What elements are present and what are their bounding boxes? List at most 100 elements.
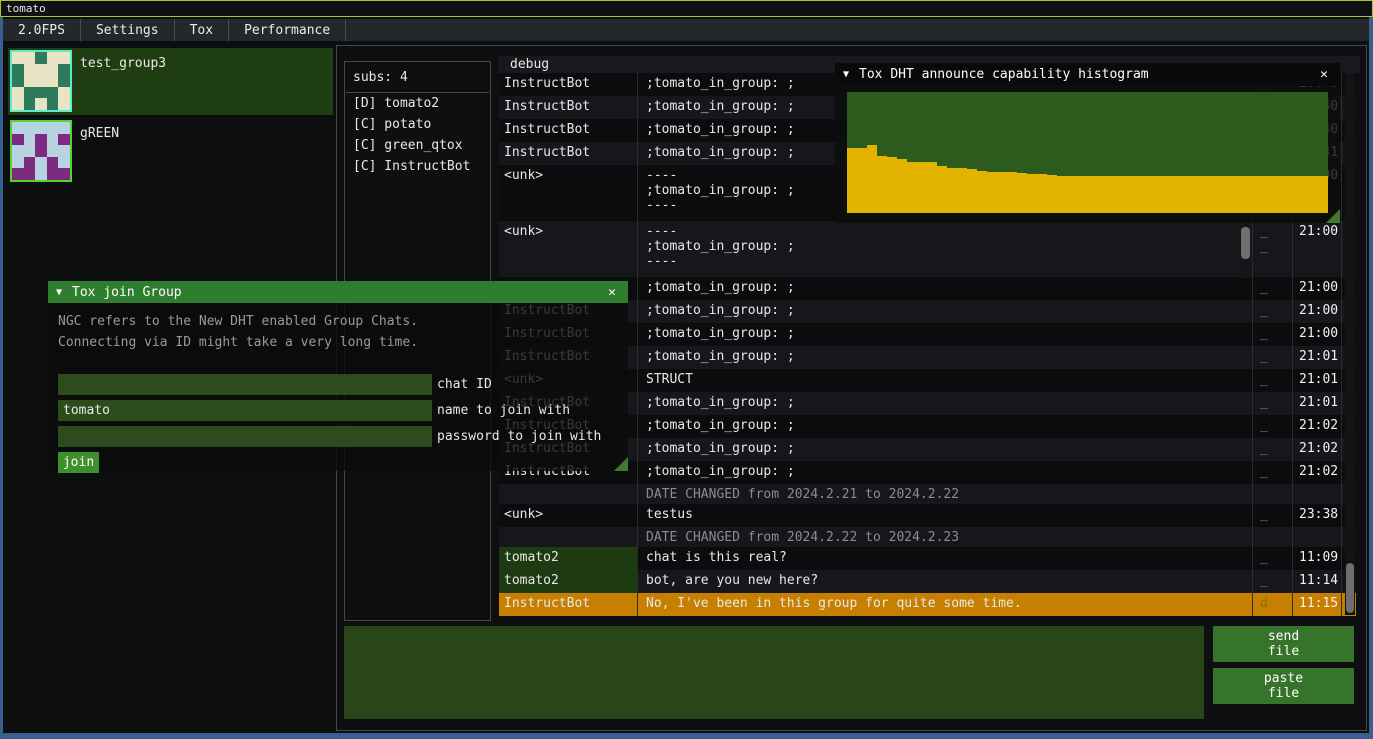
histogram-bar xyxy=(947,168,957,213)
window-title: tomato xyxy=(6,2,46,15)
avatar-pixel xyxy=(58,145,70,157)
join-button[interactable]: join xyxy=(58,452,99,473)
resize-grip-icon[interactable] xyxy=(1326,209,1340,223)
histogram-bar xyxy=(997,172,1007,213)
chat-scrollbar-thumb[interactable] xyxy=(1346,563,1354,613)
histogram-bar xyxy=(1318,176,1328,214)
histogram-bar xyxy=(1248,176,1258,214)
avatar-pixel xyxy=(12,145,24,157)
message-text: bot, are you new here? xyxy=(638,570,1253,593)
avatar-pixel xyxy=(35,168,47,180)
message-timestamp: 21:00 xyxy=(1293,300,1342,323)
message-status: _ _ xyxy=(1253,277,1293,300)
menu-item-performance[interactable]: Performance xyxy=(229,19,346,41)
menu-item-tox[interactable]: Tox xyxy=(175,19,229,41)
message-timestamp xyxy=(1293,527,1342,547)
avatar-pixel xyxy=(47,87,59,99)
message-timestamp: 23:38 xyxy=(1293,504,1342,527)
message-status: _ _ xyxy=(1253,221,1293,277)
message-text: ;tomato_in_group: ; xyxy=(638,415,1253,438)
join-group-window: ▼ Tox join Group ✕ NGC refers to the New… xyxy=(48,281,628,471)
message-sender: InstructBot xyxy=(499,73,638,96)
dht-histogram-titlebar[interactable]: ▼ Tox DHT announce capability histogram … xyxy=(835,63,1340,86)
avatar-pixel xyxy=(24,98,36,110)
message-timestamp: 21:01 xyxy=(1293,346,1342,369)
avatar-pixel xyxy=(58,98,70,110)
message-status: d _ xyxy=(1253,593,1293,616)
avatar-pixel xyxy=(35,98,47,110)
window-border-right xyxy=(1369,17,1373,739)
member-item[interactable]: [C] potato xyxy=(345,114,490,135)
histogram-bar xyxy=(917,162,927,213)
join-field-label: name to join with xyxy=(432,400,570,421)
avatar-pixel xyxy=(12,52,24,64)
paste-file-button[interactable]: paste file xyxy=(1213,668,1354,704)
member-item[interactable]: [C] green_qtox xyxy=(345,135,490,156)
avatar-pixel xyxy=(47,122,59,134)
close-icon[interactable]: ✕ xyxy=(604,285,620,300)
histogram-bar xyxy=(1067,176,1077,214)
message-text: DATE CHANGED from 2024.2.22 to 2024.2.23 xyxy=(638,527,1253,547)
dht-histogram-title: Tox DHT announce capability histogram xyxy=(859,67,1316,82)
window-titlebar[interactable]: tomato xyxy=(0,0,1373,17)
member-item[interactable]: [D] tomato2 xyxy=(345,93,490,114)
close-icon[interactable]: ✕ xyxy=(1316,67,1332,82)
message-timestamp: 21:01 xyxy=(1293,369,1342,392)
group-avatar xyxy=(10,120,72,182)
avatar-pixel xyxy=(47,98,59,110)
histogram-bar xyxy=(1127,176,1137,214)
message-text: ---- ;tomato_in_group: ; ---- xyxy=(638,221,1253,277)
collapse-arrow-icon[interactable]: ▼ xyxy=(843,69,849,80)
avatar-pixel xyxy=(47,52,59,64)
chat-scrollbar-track[interactable] xyxy=(1345,73,1355,615)
menu-item-2-0fps[interactable]: 2.0FPS xyxy=(3,19,81,41)
collapse-arrow-icon[interactable]: ▼ xyxy=(56,287,62,298)
message-timestamp: 21:01 xyxy=(1293,392,1342,415)
message-status: _ _ xyxy=(1253,392,1293,415)
message-input[interactable] xyxy=(344,626,1204,719)
histogram-bar xyxy=(1288,176,1298,214)
histogram-bar xyxy=(1037,174,1047,213)
histogram-bar xyxy=(1117,176,1127,214)
join-description-line2: Connecting via ID might take a very long… xyxy=(48,332,628,353)
message-timestamp: 21:02 xyxy=(1293,415,1342,438)
histogram-bar xyxy=(1238,176,1248,214)
histogram-bar xyxy=(937,166,947,213)
member-item[interactable]: [C] InstructBot xyxy=(345,156,490,177)
histogram-bar xyxy=(857,148,867,213)
members-count-label: subs: 4 xyxy=(345,62,490,92)
avatar-pixel xyxy=(58,122,70,134)
avatar-pixel xyxy=(24,52,36,64)
message-text: No, I've been in this group for quite so… xyxy=(638,593,1253,616)
inner-scrollbar-thumb[interactable] xyxy=(1241,227,1250,259)
message-status: _ _ xyxy=(1253,547,1293,570)
histogram-bar xyxy=(897,159,907,213)
avatar-pixel xyxy=(35,145,47,157)
join-field-input-chat-id[interactable] xyxy=(58,374,432,395)
avatar-pixel xyxy=(47,75,59,87)
group-item-test_group3[interactable]: test_group3 xyxy=(8,48,333,115)
message-sender: InstructBot xyxy=(499,593,638,616)
histogram-bar xyxy=(1147,176,1157,214)
avatar-pixel xyxy=(24,75,36,87)
join-description-line1: NGC refers to the New DHT enabled Group … xyxy=(48,311,628,332)
join-field-input-password-to-join-with[interactable] xyxy=(58,426,432,447)
join-field-input-name-to-join-with[interactable] xyxy=(58,400,432,421)
message-timestamp: 21:00 xyxy=(1293,221,1342,277)
histogram-bar xyxy=(847,148,857,213)
resize-grip-icon[interactable] xyxy=(614,457,628,471)
member-list: [D] tomato2[C] potato[C] green_qtox[C] I… xyxy=(345,93,490,177)
send-file-button[interactable]: send file xyxy=(1213,626,1354,662)
avatar-pixel xyxy=(58,75,70,87)
avatar-pixel xyxy=(12,87,24,99)
histogram-bar xyxy=(1077,176,1087,214)
avatar-pixel xyxy=(47,145,59,157)
avatar-pixel xyxy=(12,134,24,146)
join-group-titlebar[interactable]: ▼ Tox join Group ✕ xyxy=(48,281,628,303)
message-sender: InstructBot xyxy=(499,119,638,142)
avatar-pixel xyxy=(12,122,24,134)
menu-item-settings[interactable]: Settings xyxy=(81,19,175,41)
avatar-pixel xyxy=(58,134,70,146)
message-sender: <unk> xyxy=(499,504,638,527)
group-item-gREEN[interactable]: gREEN xyxy=(8,118,333,185)
